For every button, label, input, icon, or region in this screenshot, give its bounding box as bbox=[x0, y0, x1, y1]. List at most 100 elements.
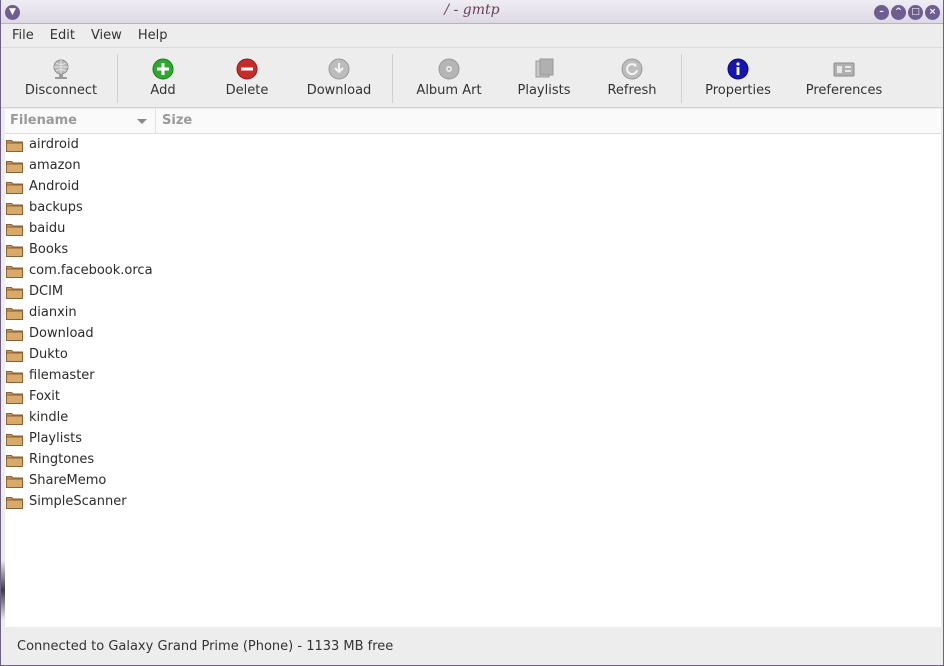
playlists-icon bbox=[533, 58, 555, 80]
file-name: backups bbox=[29, 200, 83, 215]
delete-label: Delete bbox=[225, 83, 269, 98]
shade-button[interactable]: ^ bbox=[891, 5, 906, 20]
maximize-button[interactable]: □ bbox=[908, 5, 923, 20]
title-bar: ▼ / - gmtp – ^ □ × bbox=[1, 0, 943, 24]
list-item[interactable]: airdroid bbox=[5, 134, 941, 155]
list-item[interactable]: backups bbox=[5, 197, 941, 218]
list-item[interactable]: amazon bbox=[5, 155, 941, 176]
window-title: / - gmtp bbox=[444, 2, 500, 18]
list-item[interactable]: filemaster bbox=[5, 365, 941, 386]
file-name: Dukto bbox=[29, 347, 68, 362]
column-size-label: Size bbox=[162, 113, 193, 128]
list-item[interactable]: com.facebook.orca bbox=[5, 260, 941, 281]
properties-button[interactable]: Properties bbox=[682, 48, 794, 107]
file-name: Download bbox=[29, 326, 94, 341]
download-label: Download bbox=[306, 83, 372, 98]
folder-icon bbox=[6, 285, 23, 299]
folder-icon bbox=[6, 180, 23, 194]
network-icon bbox=[50, 58, 72, 80]
menu-bar: File Edit View Help bbox=[1, 24, 943, 48]
menu-view[interactable]: View bbox=[83, 28, 130, 43]
file-name: com.facebook.orca bbox=[29, 263, 153, 278]
folder-icon bbox=[6, 453, 23, 467]
file-name: Foxit bbox=[29, 389, 60, 404]
list-item[interactable]: baidu bbox=[5, 218, 941, 239]
file-name: airdroid bbox=[29, 137, 79, 152]
delete-button[interactable]: Delete bbox=[208, 48, 286, 107]
delete-icon bbox=[236, 58, 258, 80]
list-item[interactable]: SimpleScanner bbox=[5, 491, 941, 512]
preferences-icon bbox=[833, 58, 855, 80]
file-name: SimpleScanner bbox=[29, 494, 127, 509]
list-item[interactable]: Dukto bbox=[5, 344, 941, 365]
playlists-label: Playlists bbox=[517, 83, 571, 98]
properties-label: Properties bbox=[705, 83, 771, 98]
refresh-button[interactable]: Refresh bbox=[583, 48, 681, 107]
folder-icon bbox=[6, 159, 23, 173]
folder-icon bbox=[6, 306, 23, 320]
file-name: DCIM bbox=[29, 284, 64, 299]
file-name: ShareMemo bbox=[29, 473, 107, 488]
disconnect-button[interactable]: Disconnect bbox=[5, 48, 117, 107]
playlists-button[interactable]: Playlists bbox=[505, 48, 583, 107]
folder-icon bbox=[6, 369, 23, 383]
folder-icon bbox=[6, 201, 23, 215]
add-button[interactable]: Add bbox=[118, 48, 208, 107]
list-item[interactable]: Download bbox=[5, 323, 941, 344]
album-art-button[interactable]: Album Art bbox=[393, 48, 505, 107]
preferences-button[interactable]: Preferences bbox=[794, 48, 894, 107]
folder-icon bbox=[6, 432, 23, 446]
status-text: Connected to Galaxy Grand Prime (Phone) … bbox=[17, 638, 394, 654]
file-name: kindle bbox=[29, 410, 69, 425]
column-filename-label: Filename bbox=[10, 113, 77, 128]
list-item[interactable]: Books bbox=[5, 239, 941, 260]
close-button[interactable]: × bbox=[925, 5, 940, 20]
file-name: dianxin bbox=[29, 305, 77, 320]
list-item[interactable]: kindle bbox=[5, 407, 941, 428]
list-item[interactable]: DCIM bbox=[5, 281, 941, 302]
refresh-icon bbox=[621, 58, 643, 80]
folder-icon bbox=[6, 243, 23, 257]
folder-icon bbox=[6, 474, 23, 488]
folder-icon bbox=[6, 390, 23, 404]
folder-icon bbox=[6, 348, 23, 362]
info-icon bbox=[727, 58, 749, 80]
folder-icon bbox=[6, 264, 23, 278]
album-art-label: Album Art bbox=[416, 83, 482, 98]
list-item[interactable]: Playlists bbox=[5, 428, 941, 449]
preferences-label: Preferences bbox=[805, 83, 883, 98]
menu-edit[interactable]: Edit bbox=[42, 28, 83, 43]
file-list[interactable]: airdroid amazon Android backups baidu Books co… bbox=[5, 134, 941, 627]
disconnect-label: Disconnect bbox=[24, 83, 98, 98]
menu-help[interactable]: Help bbox=[130, 28, 176, 43]
column-filename[interactable]: Filename bbox=[5, 109, 156, 133]
folder-icon bbox=[6, 411, 23, 425]
folder-icon bbox=[6, 327, 23, 341]
list-item[interactable]: Android bbox=[5, 176, 941, 197]
file-name: amazon bbox=[29, 158, 81, 173]
folder-icon bbox=[6, 222, 23, 236]
sort-descending-icon bbox=[137, 119, 147, 124]
list-header: Filename Size bbox=[5, 109, 941, 134]
list-item[interactable]: Ringtones bbox=[5, 449, 941, 470]
file-name: Android bbox=[29, 179, 80, 194]
add-label: Add bbox=[150, 83, 176, 98]
file-name: Books bbox=[29, 242, 69, 257]
download-button[interactable]: Download bbox=[286, 48, 392, 107]
menu-file[interactable]: File bbox=[4, 28, 42, 43]
folder-icon bbox=[6, 138, 23, 152]
refresh-label: Refresh bbox=[607, 83, 657, 98]
minimize-button[interactable]: – bbox=[874, 5, 889, 20]
add-icon bbox=[152, 58, 174, 80]
app-window: ▼ / - gmtp – ^ □ × File Edit View Help D… bbox=[0, 0, 944, 666]
list-item[interactable]: dianxin bbox=[5, 302, 941, 323]
file-name: Ringtones bbox=[29, 452, 95, 467]
folder-icon bbox=[6, 495, 23, 509]
list-item[interactable]: Foxit bbox=[5, 386, 941, 407]
list-item[interactable]: ShareMemo bbox=[5, 470, 941, 491]
file-name: baidu bbox=[29, 221, 66, 236]
file-name: filemaster bbox=[29, 368, 95, 383]
album-art-icon bbox=[438, 58, 460, 80]
status-bar: Connected to Galaxy Grand Prime (Phone) … bbox=[1, 627, 943, 665]
column-size[interactable]: Size bbox=[156, 109, 192, 133]
